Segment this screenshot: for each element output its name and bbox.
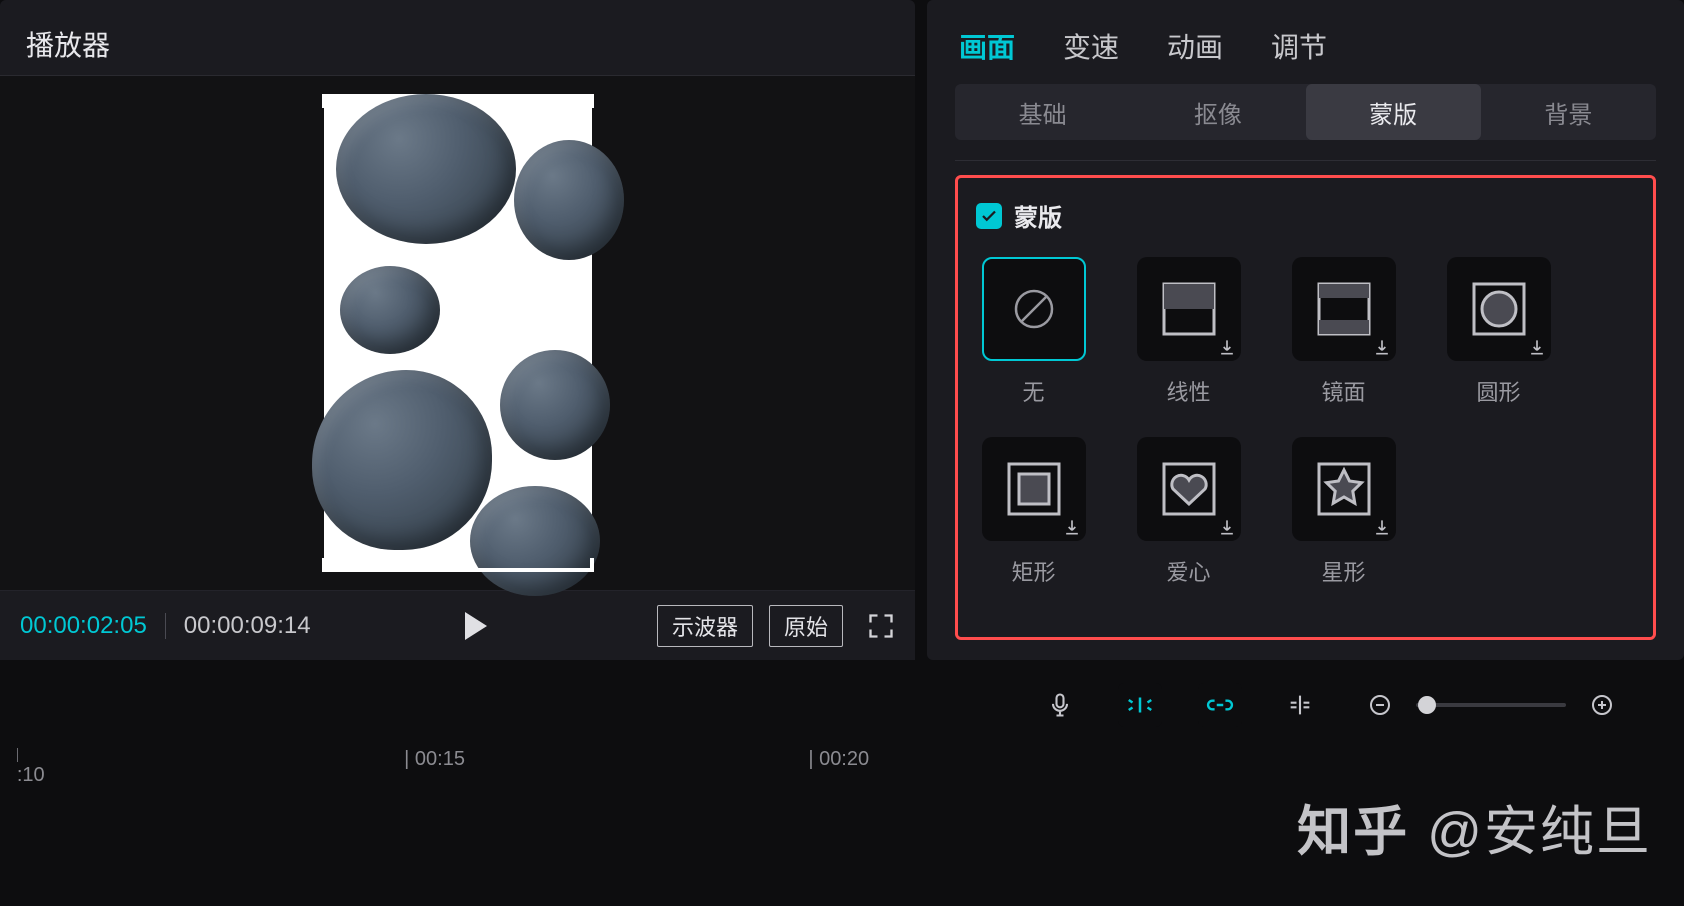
mic-button[interactable] (1038, 683, 1082, 727)
secondary-tabs: 基础 抠像 蒙版 背景 (955, 84, 1656, 140)
tab-speed[interactable]: 变速 (1063, 26, 1119, 66)
fullscreen-icon[interactable] (867, 612, 895, 640)
subtab-background[interactable]: 背景 (1481, 84, 1656, 140)
mask-item-none[interactable]: 无 (976, 257, 1091, 407)
timeline-toolbar (0, 670, 1684, 740)
zoom-in-button[interactable] (1580, 683, 1624, 727)
waveform-scope-button[interactable]: 示波器 (657, 605, 753, 647)
mask-mirror-label: 镜面 (1321, 375, 1365, 407)
download-icon (1527, 337, 1547, 357)
divider (955, 160, 1656, 161)
mask-section: 蒙版 无 (955, 175, 1656, 640)
mask-linear-icon (1137, 257, 1241, 361)
mask-section-title: 蒙版 (1014, 198, 1062, 233)
download-icon (1217, 337, 1237, 357)
magnet-button[interactable] (1118, 683, 1162, 727)
subtab-cutout[interactable]: 抠像 (1130, 84, 1305, 140)
subtab-mask[interactable]: 蒙版 (1306, 84, 1481, 140)
mask-star-label: 星形 (1321, 555, 1365, 587)
clip-frame[interactable] (324, 98, 592, 568)
mask-circle-label: 圆形 (1476, 375, 1520, 407)
download-icon (1217, 517, 1237, 537)
player-panel: 播放器 00:00:02:05 00:00:09:14 示波器 原始 (0, 0, 915, 660)
zoom-out-button[interactable] (1358, 683, 1402, 727)
mask-enable-checkbox[interactable] (976, 203, 1002, 229)
zoom-slider[interactable] (1416, 703, 1566, 707)
mask-item-rect[interactable]: 矩形 (976, 437, 1091, 587)
tab-animation[interactable]: 动画 (1167, 26, 1223, 66)
mask-rect-label: 矩形 (1011, 555, 1055, 587)
watermark-author: @安纯旦 (1427, 787, 1652, 866)
ruler-label: | 00:15 (404, 748, 465, 770)
zhihu-logo: 知乎 (1297, 787, 1409, 866)
play-icon (465, 612, 487, 640)
subtab-basic[interactable]: 基础 (955, 84, 1130, 140)
download-icon (1062, 517, 1082, 537)
timecode-total: 00:00:09:14 (184, 612, 311, 640)
mask-item-heart[interactable]: 爱心 (1131, 437, 1246, 587)
mask-circle-icon (1447, 257, 1551, 361)
mask-grid: 无 线性 (976, 257, 1556, 587)
timecode-separator (165, 613, 166, 639)
original-button[interactable]: 原始 (769, 605, 843, 647)
primary-tabs: 画面 变速 动画 调节 (955, 0, 1656, 84)
mask-star-icon (1292, 437, 1396, 541)
watermark: 知乎 @安纯旦 (1297, 787, 1652, 866)
player-controls: 00:00:02:05 00:00:09:14 示波器 原始 (0, 590, 915, 660)
zoom-controls (1358, 683, 1624, 727)
mask-none-icon (982, 257, 1086, 361)
ruler-label: | 00:20 (808, 748, 869, 770)
tab-picture[interactable]: 画面 (959, 26, 1015, 66)
mask-item-circle[interactable]: 圆形 (1441, 257, 1556, 407)
properties-panel: 画面 变速 动画 调节 基础 抠像 蒙版 背景 蒙版 (927, 0, 1684, 660)
mask-heart-icon (1137, 437, 1241, 541)
download-icon (1372, 517, 1392, 537)
player-canvas[interactable] (0, 76, 915, 590)
mask-item-linear[interactable]: 线性 (1131, 257, 1246, 407)
player-title: 播放器 (0, 0, 915, 76)
split-button[interactable] (1278, 683, 1322, 727)
timecode-current: 00:00:02:05 (20, 612, 147, 640)
mask-mirror-icon (1292, 257, 1396, 361)
tab-adjust[interactable]: 调节 (1271, 26, 1327, 66)
mask-linear-label: 线性 (1166, 375, 1210, 407)
mask-heart-label: 爱心 (1166, 555, 1210, 587)
link-button[interactable] (1198, 683, 1242, 727)
play-button[interactable] (311, 612, 641, 640)
mask-item-star[interactable]: 星形 (1286, 437, 1401, 587)
mask-none-label: 无 (1022, 375, 1044, 407)
mask-rect-icon (982, 437, 1086, 541)
mask-item-mirror[interactable]: 镜面 (1286, 257, 1401, 407)
zoom-thumb[interactable] (1418, 696, 1436, 714)
ruler-label: :10 (17, 764, 45, 786)
download-icon (1372, 337, 1392, 357)
